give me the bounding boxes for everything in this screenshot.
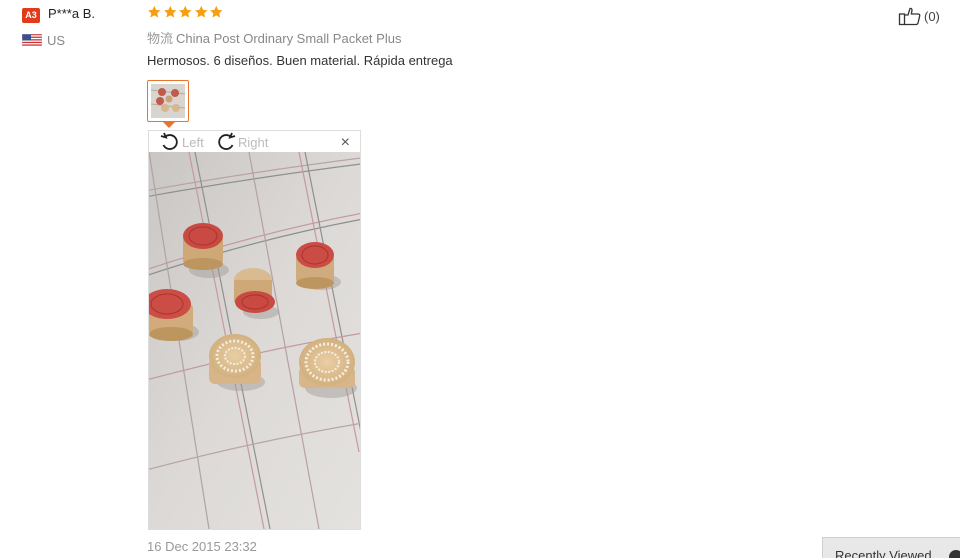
chevron-up-icon	[949, 550, 960, 558]
close-viewer-button[interactable]: ×	[341, 135, 350, 151]
recently-viewed-label: Recently Viewed	[835, 548, 932, 558]
rotate-right-icon	[218, 132, 236, 150]
star-icon	[148, 5, 161, 18]
rating-stars	[147, 5, 224, 19]
star-icon	[194, 5, 207, 18]
rotate-left-button[interactable]: Left	[159, 132, 204, 152]
rotate-right-label: Right	[238, 134, 269, 150]
buyer-level-badge: A3	[22, 8, 40, 23]
viewer-toolbar: Left Right ×	[149, 131, 360, 152]
shipping-label: 物流	[147, 31, 174, 46]
thumbnail-pointer	[163, 122, 175, 128]
rotate-left-icon	[160, 132, 178, 150]
shipping-info: 物流 China Post Ordinary Small Packet Plus	[147, 28, 401, 47]
review-photo-thumbnail[interactable]	[147, 80, 189, 122]
rotate-right-button[interactable]: Right	[215, 132, 268, 152]
reviewer-name: P***a B.	[48, 6, 95, 21]
helpful-count: (0)	[924, 8, 940, 24]
thumbnail-image	[150, 84, 186, 118]
review-date: 16 Dec 2015 23:32	[147, 539, 257, 554]
shipping-method: China Post Ordinary Small Packet Plus	[176, 31, 402, 46]
photo-viewer: Left Right ×	[148, 130, 361, 530]
recently-viewed-tab[interactable]: Recently Viewed	[822, 537, 960, 558]
reviewer-country: US	[47, 33, 66, 48]
star-icon	[210, 5, 223, 18]
helpful-button[interactable]: (0)	[898, 6, 940, 26]
thumbs-up-icon	[898, 7, 921, 26]
star-icon	[179, 5, 192, 18]
star-icon	[163, 5, 176, 18]
review-text: Hermosos. 6 diseños. Buen material. Rápi…	[147, 53, 453, 68]
review-photo	[149, 152, 360, 529]
rotate-left-label: Left	[182, 134, 204, 150]
us-flag-icon	[22, 34, 42, 46]
